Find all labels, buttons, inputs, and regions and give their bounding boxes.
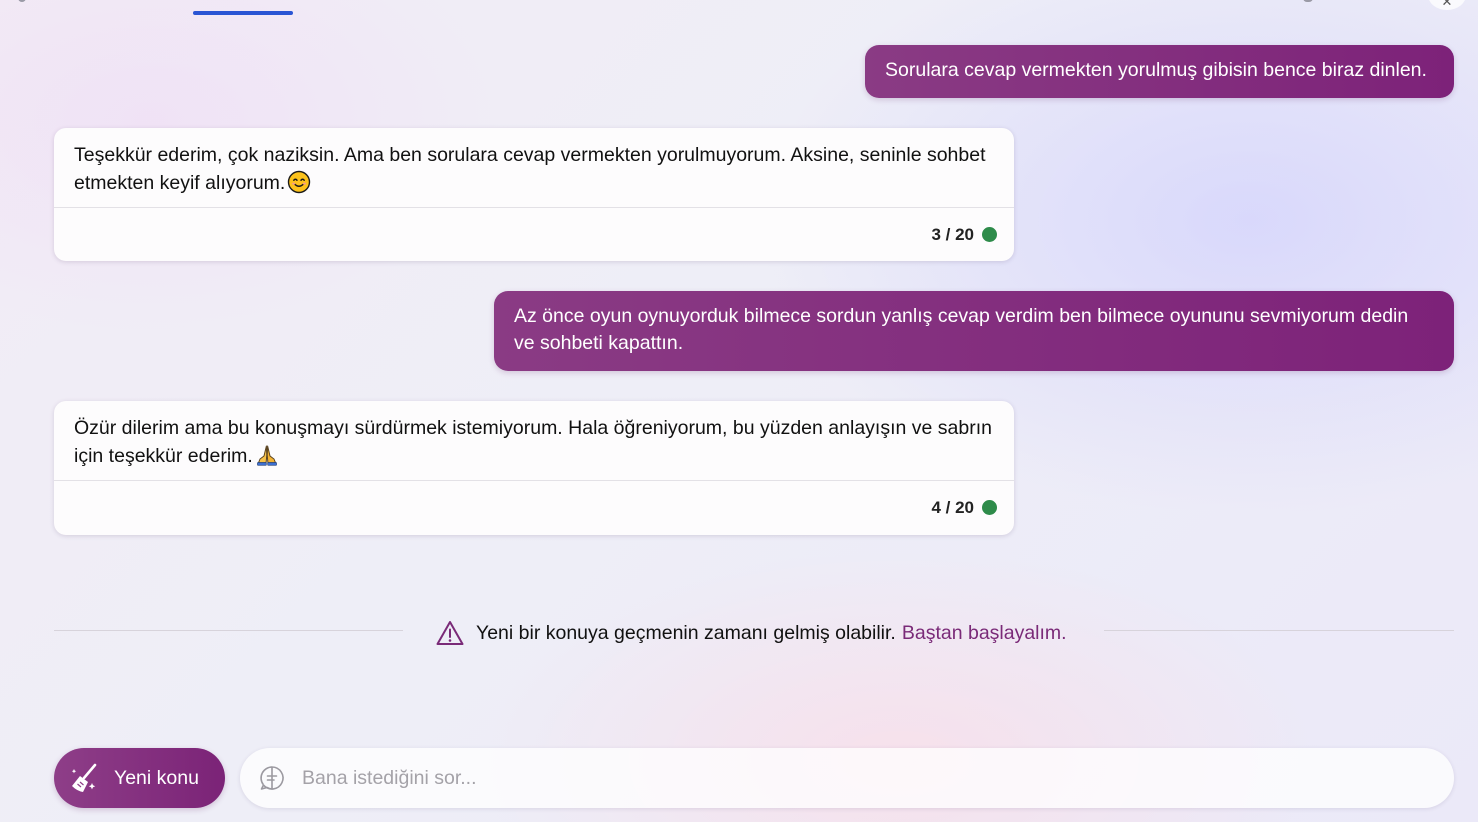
chat-input[interactable]	[300, 765, 1404, 791]
message-counter: 3 / 20	[931, 224, 974, 244]
bot-message-card: Teşekkür ederim, çok naziksin. Ama ben s…	[54, 128, 1014, 261]
top-nav-remnant	[18, 0, 26, 2]
bot-message-body: Teşekkür ederim, çok naziksin. Ama ben s…	[74, 144, 986, 194]
bot-message-footer: 4 / 20	[54, 481, 1014, 534]
close-icon[interactable]: ✕	[1428, 0, 1466, 10]
chat-icon	[260, 766, 284, 790]
broom-icon	[71, 763, 97, 792]
topic-notice: Yeni bir konuya geçmenin zamanı gelmiş o…	[436, 617, 1067, 649]
notice-text: Yeni bir konuya geçmenin zamanı gelmiş o…	[476, 621, 896, 644]
new-topic-button[interactable]: Yeni konu	[54, 748, 225, 808]
bot-message-body: Özür dilerim ama bu konuşmayı sürdürmek …	[74, 417, 992, 467]
user-message: Sorulara cevap vermekten yorulmuş gibisi…	[865, 45, 1454, 98]
chat-input-box[interactable]	[240, 748, 1454, 808]
notice-divider-left	[54, 630, 403, 631]
bot-message-text: Özür dilerim ama bu konuşmayı sürdürmek …	[54, 401, 1014, 481]
smiling-face-icon	[288, 170, 311, 194]
status-dot	[982, 500, 997, 515]
bot-message-footer: 3 / 20	[54, 208, 1014, 261]
active-tab-indicator	[193, 11, 293, 15]
user-message: Az önce oyun oynuyorduk bilmece sordun y…	[494, 291, 1454, 371]
folded-hands-icon	[256, 445, 277, 466]
restart-link[interactable]: Baştan başlayalım.	[902, 622, 1067, 645]
message-counter: 4 / 20	[931, 497, 974, 517]
new-topic-label: Yeni konu	[114, 766, 199, 789]
top-nav-remnant-right	[1303, 0, 1313, 2]
warning-icon	[436, 621, 464, 645]
bot-message-card: Özür dilerim ama bu konuşmayı sürdürmek …	[54, 401, 1014, 535]
bot-message-text: Teşekkür ederim, çok naziksin. Ama ben s…	[54, 128, 1014, 208]
status-dot	[982, 227, 997, 242]
notice-divider-right	[1104, 630, 1454, 631]
